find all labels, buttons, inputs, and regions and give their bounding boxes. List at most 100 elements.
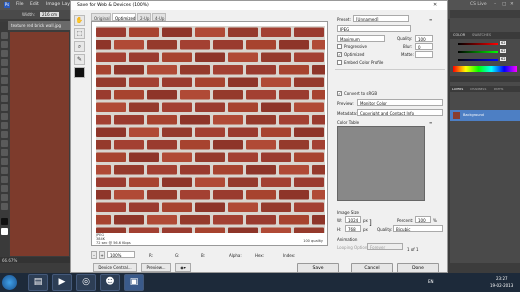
color-table-menu-icon[interactable]: ≡ (429, 120, 432, 125)
tab-optimized[interactable]: Optimized (112, 13, 136, 21)
history-brush-tool-icon[interactable] (1, 113, 8, 120)
tab-2up[interactable]: 2-Up (137, 13, 151, 21)
progressive-checkbox[interactable] (337, 44, 342, 49)
device-central-button[interactable]: Device Central... (93, 263, 137, 272)
stamp-tool-icon[interactable] (1, 104, 8, 111)
media-player-taskbar-icon[interactable]: ▶ (52, 274, 72, 291)
done-button[interactable]: Done (397, 263, 439, 273)
dialog-close-icon[interactable]: ✕ (433, 2, 437, 8)
swatches-tab[interactable]: SWATCHES (472, 33, 491, 37)
color-spectrum[interactable] (453, 66, 517, 72)
photoshop-taskbar-icon[interactable]: ▣ (124, 274, 144, 291)
tab-original[interactable]: Original (91, 13, 111, 21)
right-panels: COLOR SWATCHES 62 62 62 LAYERS CHANNELS … (450, 10, 520, 263)
close-icon[interactable]: ✕ (510, 2, 514, 7)
green-slider[interactable] (458, 51, 498, 53)
preview-pane[interactable]: JPEG 384K 72 sec @ 56.6 Kbps 100 quality (91, 21, 328, 246)
optimized-checkbox[interactable]: ✓ (337, 52, 342, 57)
g-label: G: (175, 253, 180, 258)
crop-tool-icon[interactable] (1, 68, 8, 75)
eyedropper-icon[interactable]: ✎ (74, 54, 85, 65)
slice-select-icon[interactable]: ⬚ (74, 28, 85, 39)
channels-tab[interactable]: CHANNELS (470, 87, 486, 91)
compression-select[interactable]: Maximum (337, 35, 385, 42)
preview-button[interactable]: Preview... (141, 263, 171, 272)
color-table[interactable] (337, 126, 425, 201)
convert-srgb-checkbox[interactable]: ✓ (337, 91, 342, 96)
menu-file[interactable]: File (16, 2, 24, 7)
document-tab[interactable]: texture red brick wall.jpg (8, 21, 70, 30)
embed-profile-checkbox[interactable] (337, 60, 342, 65)
hand-tool-icon[interactable] (1, 194, 8, 201)
format-select[interactable]: JPEG (337, 25, 411, 32)
dodge-tool-icon[interactable] (1, 149, 8, 156)
menu-edit[interactable]: Edit (30, 2, 39, 7)
eraser-tool-icon[interactable] (1, 122, 8, 129)
color-tab[interactable]: COLOR (453, 33, 465, 37)
percent-field[interactable]: 100 (415, 216, 431, 223)
zoom-select[interactable]: 100% (107, 251, 135, 258)
resample-select[interactable]: Bicubic (393, 225, 443, 232)
embed-profile-label: Embed Color Profile (344, 60, 384, 65)
metadata-select[interactable]: Copyright and Contact Info (357, 109, 443, 116)
lasso-tool-icon[interactable] (1, 50, 8, 57)
eyedropper-tool-icon[interactable] (1, 77, 8, 84)
zoom-tool-icon[interactable] (1, 203, 8, 210)
pen-tool-icon[interactable] (1, 158, 8, 165)
gradient-tool-icon[interactable] (1, 131, 8, 138)
preview-color-select[interactable]: Monitor Color (357, 99, 443, 106)
brush-tool-icon[interactable] (1, 95, 8, 102)
clock-time[interactable]: 23:27 (496, 276, 508, 281)
background-color-swatch[interactable] (1, 228, 8, 235)
background-layer-row[interactable]: Background (450, 110, 520, 121)
menu-image[interactable]: Image (46, 2, 60, 7)
zoom-in-button[interactable]: + (99, 251, 105, 259)
cancel-button[interactable]: Cancel (351, 263, 393, 273)
marquee-tool-icon[interactable] (1, 41, 8, 48)
save-button[interactable]: Save (297, 263, 339, 273)
blue-value[interactable]: 62 (500, 57, 507, 61)
type-tool-icon[interactable] (1, 167, 8, 174)
browser-select-button[interactable]: ◉▾ (175, 263, 191, 272)
width-field[interactable]: 1024 (345, 216, 361, 223)
constrain-proportions-icon[interactable]: ] (369, 219, 372, 227)
layers-tab[interactable]: LAYERS (452, 87, 463, 91)
path-selection-tool-icon[interactable] (1, 176, 8, 183)
chrome-taskbar-icon[interactable]: ◎ (76, 274, 96, 291)
explorer-taskbar-icon[interactable]: ▤ (28, 274, 48, 291)
language-indicator[interactable]: EN (428, 279, 434, 284)
height-field[interactable]: 768 (345, 225, 361, 232)
shape-tool-icon[interactable] (1, 185, 8, 192)
blue-slider[interactable] (458, 59, 498, 61)
zoom-out-button[interactable]: – (91, 251, 97, 259)
red-slider[interactable] (458, 43, 498, 45)
foreground-color-swatch[interactable] (1, 218, 8, 225)
minimize-icon[interactable]: – (494, 2, 496, 7)
cs-live-label[interactable]: CS Live (470, 2, 487, 7)
start-button-icon[interactable] (2, 275, 17, 290)
matte-select[interactable] (415, 51, 433, 58)
eyedropper-color-swatch[interactable] (74, 67, 85, 78)
progressive-label: Progressive (344, 44, 368, 49)
blur-tool-icon[interactable] (1, 140, 8, 147)
optimize-menu-icon[interactable]: ≡ (429, 17, 432, 22)
clock-date[interactable]: 19-02-2013 (490, 283, 513, 288)
preset-select[interactable]: [Unnamed] (353, 15, 409, 22)
looping-select[interactable]: Forever (367, 243, 403, 250)
maximize-icon[interactable]: □ (502, 2, 506, 7)
width-field[interactable]: 216 cm (40, 12, 60, 17)
move-tool-icon[interactable] (1, 32, 8, 39)
healing-tool-icon[interactable] (1, 86, 8, 93)
zoom-icon[interactable]: ⌕ (74, 41, 85, 52)
resample-quality-label: Quality: (377, 227, 393, 232)
wand-tool-icon[interactable] (1, 59, 8, 66)
green-value[interactable]: 62 (500, 49, 507, 53)
paths-tab[interactable]: PATHS (494, 87, 503, 91)
hand-icon[interactable]: ✋ (74, 15, 85, 26)
quality-field[interactable]: 100 (415, 35, 433, 42)
red-value[interactable]: 62 (500, 41, 507, 45)
color-table-label: Color Table (337, 120, 360, 125)
tab-4up[interactable]: 4-Up (152, 13, 166, 21)
firefox-taskbar-icon[interactable]: ☻ (100, 274, 120, 291)
blur-field[interactable]: 0 (415, 43, 433, 50)
